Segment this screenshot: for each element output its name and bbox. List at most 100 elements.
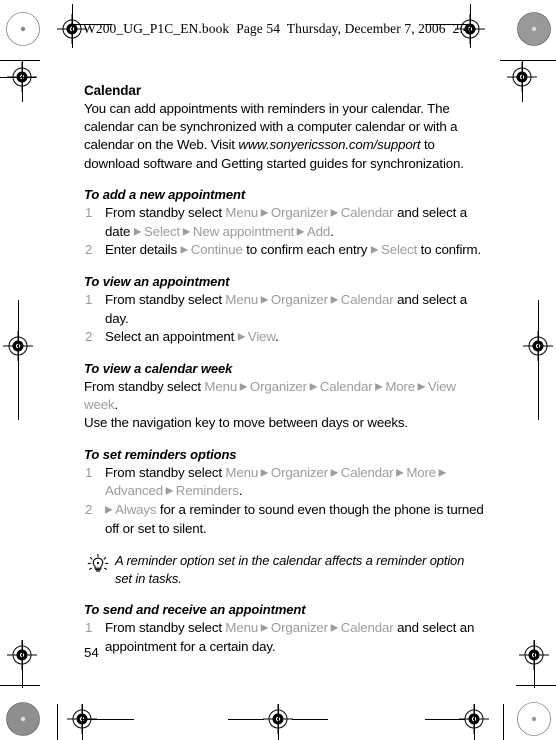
nav-arrow-icon: ▶: [327, 294, 341, 306]
trim-rule-left-upper-2: [0, 77, 36, 78]
procedure-list: To add a new appointment 1 From standby se…: [84, 186, 484, 538]
starburst-mark-top-left: [6, 12, 40, 46]
trim-rule-bottom-row-2-v: [474, 704, 475, 740]
trim-rule-top-right-v: [470, 4, 471, 48]
step-item: 1 From standby select Menu ▶ Organizer ▶ …: [85, 620, 475, 655]
nav-arrow-icon: ▶: [306, 381, 320, 393]
step-number: 1: [85, 204, 93, 220]
trim-rule-bottom-left: [0, 685, 40, 686]
ui-term: More: [385, 378, 416, 394]
nav-arrow-icon: ▶: [393, 467, 407, 479]
ui-term: Calendar: [340, 464, 394, 480]
ui-term: Menu: [225, 204, 259, 220]
starburst-mark-bottom-right: [517, 702, 551, 736]
step-item: 2 ▶ Always for a reminder to sound even …: [85, 502, 484, 536]
intro-text: You can add appointments with reminders …: [84, 101, 464, 171]
step-number: 2: [85, 502, 93, 518]
trim-rule-right-upper: [500, 60, 556, 61]
ui-term: Organizer: [270, 204, 328, 220]
starburst-icon: [6, 12, 40, 46]
ui-term: Select: [144, 223, 181, 239]
ui-term: Organizer: [270, 620, 328, 636]
nav-arrow-icon: ▶: [180, 226, 193, 238]
nav-arrow-icon: ▶: [180, 244, 191, 256]
ui-term: View: [247, 328, 276, 344]
procedure-title: To add a new appointment: [84, 186, 246, 202]
trim-rule-mid-right-v: [538, 300, 539, 420]
trim-rule-bottom-row-1-sep: [57, 704, 58, 740]
nav-arrow-icon: ▶: [370, 244, 381, 256]
trim-rule-right-upper-v: [522, 60, 523, 102]
nav-arrow-icon: ▶: [327, 207, 341, 219]
nav-arrow-icon: ▶: [327, 622, 341, 634]
trim-rule-mid-left-v: [18, 300, 19, 420]
ui-term: Calendar: [340, 620, 394, 636]
ui-term: More: [406, 464, 437, 480]
step-list: 1 From standby select Menu ▶ Organizer ▶ …: [84, 204, 484, 260]
nav-arrow-icon: ▶: [258, 467, 271, 479]
ui-term: Menu: [225, 291, 259, 307]
nav-arrow-icon: ▶: [436, 467, 447, 479]
ui-term: Calendar: [340, 291, 394, 307]
procedure-title: To set reminders options: [84, 446, 237, 462]
ui-term: Select: [381, 242, 418, 258]
nav-arrow-icon: ▶: [415, 381, 428, 393]
trim-rule-bottom-center-v: [278, 704, 279, 740]
trim-rule-bottom-row-2: [425, 719, 465, 720]
procedure-title: To view a calendar week: [84, 360, 233, 376]
page-content: Calendar You can add appointments with r…: [84, 82, 484, 656]
ui-term: Organizer: [249, 378, 307, 394]
ui-term: Menu: [225, 620, 259, 636]
trim-rule-bottom-right-v: [534, 640, 535, 688]
trim-rule-bottom-row-2-sep: [503, 704, 504, 740]
step-list: 1 From standby select Menu ▶ Organizer ▶ …: [84, 619, 484, 656]
tip-note: A reminder option set in the calendar af…: [84, 552, 484, 588]
trim-rule-bottom-row-1: [82, 719, 134, 720]
book-header-line: W200_UG_P1C_EN.book Page 54 Thursday, De…: [83, 21, 471, 36]
lightbulb-icon: [86, 553, 110, 577]
trim-rule-bottom-center-l: [228, 719, 264, 720]
nav-arrow-icon: ▶: [327, 467, 341, 479]
step-list: 1 From standby select Menu ▶ Organizer ▶ …: [84, 464, 484, 538]
trim-rule-top-left-v: [72, 4, 73, 48]
ui-term: Calendar: [319, 378, 373, 394]
procedure-paragraph: Use the navigation key to move between d…: [84, 415, 408, 431]
trim-rule-bottom-left-v: [22, 640, 23, 688]
step-number: 1: [85, 291, 93, 307]
trim-rule-left-upper-v: [22, 60, 23, 102]
ui-term: Organizer: [270, 291, 328, 307]
step-number: 1: [85, 464, 93, 480]
ui-term: Advanced: [105, 483, 163, 499]
nav-arrow-icon: ▶: [237, 331, 248, 343]
intro-paragraph: You can add appointments with reminders …: [84, 100, 484, 173]
page-title: Calendar: [84, 83, 141, 98]
nav-arrow-icon: ▶: [162, 485, 176, 497]
starburst-mark-top-right: [517, 12, 551, 46]
nav-arrow-icon: ▶: [258, 294, 271, 306]
nav-arrow-icon: ▶: [294, 226, 307, 238]
step-item: 1 From standby select Menu ▶ Organizer ▶ …: [85, 204, 467, 239]
ui-term: Add: [306, 223, 331, 239]
support-url: www.sonyericsson.com/support: [238, 137, 421, 153]
page-number: 54: [84, 645, 99, 660]
nav-arrow-icon: ▶: [105, 504, 116, 516]
procedure-title: To view an appointment: [84, 273, 230, 289]
tip-text: A reminder option set in the calendar af…: [115, 552, 465, 587]
trim-rule-bottom-center-r: [292, 719, 328, 720]
procedure-paragraph: From standby select Menu ▶ Organizer ▶ C…: [84, 378, 456, 413]
nav-arrow-icon: ▶: [258, 622, 271, 634]
ui-term: Calendar: [340, 204, 394, 220]
trim-rule-bottom-right: [516, 685, 556, 686]
step-number: 2: [85, 242, 93, 258]
ui-term: Menu: [204, 378, 238, 394]
final-procedure: To send and receive an appointment 1 From …: [84, 601, 484, 656]
step-item: 1 From standby select Menu ▶ Organizer ▶ …: [85, 291, 467, 326]
step-list: 1 From standby select Menu ▶ Organizer ▶ …: [84, 291, 484, 347]
nav-arrow-icon: ▶: [133, 226, 144, 238]
step-number: 2: [85, 328, 93, 344]
nav-arrow-icon: ▶: [372, 381, 386, 393]
step-item: 1 From standby select Menu ▶ Organizer ▶ …: [85, 464, 447, 499]
step-number: 1: [85, 620, 93, 636]
starburst-icon: [517, 12, 551, 46]
ui-term: Always: [115, 502, 157, 518]
